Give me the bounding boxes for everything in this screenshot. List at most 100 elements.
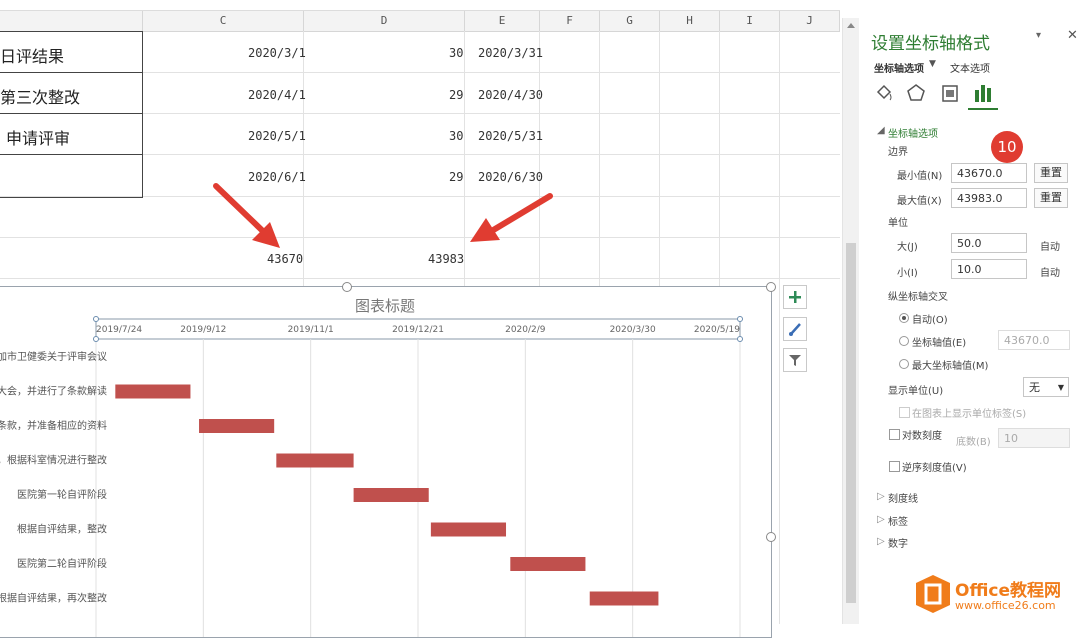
min-label: 最小值(N)	[897, 171, 943, 182]
pane-title: 设置坐标轴格式	[871, 34, 990, 54]
axis-options-bar-icon[interactable]	[972, 82, 994, 104]
cross-max-label: 最大坐标轴值(M)	[912, 361, 989, 372]
grid-line	[779, 31, 780, 624]
category-label: ，根据科室情况进行整改	[0, 454, 107, 467]
cross-value-input[interactable]: 43670.0	[998, 330, 1070, 350]
step-badge: 10	[991, 131, 1023, 163]
cell-b-task[interactable]: 申请评审	[6, 125, 70, 149]
chevron-down-icon: ▼	[1057, 383, 1064, 392]
cell-b-task[interactable]: 第三次整改	[0, 84, 80, 108]
column-header-f[interactable]: F	[540, 11, 600, 31]
section-number[interactable]: 数字	[888, 535, 908, 550]
column-header-h[interactable]: H	[660, 11, 720, 31]
column-header-bar: C D E F G H I J	[0, 10, 840, 32]
tab-text-options[interactable]: 文本选项	[950, 60, 990, 75]
size-properties-icon[interactable]	[940, 82, 960, 104]
gantt-bar	[589, 591, 659, 606]
tab-axis-options[interactable]: 坐标轴选项	[874, 60, 924, 75]
min-value-input[interactable]: 43670.0	[951, 163, 1027, 183]
collapse-triangle-icon[interactable]: ◢	[877, 125, 885, 136]
axis-tick-label: 2019/9/12	[180, 325, 226, 335]
minor-auto-button[interactable]: 自动	[1040, 264, 1060, 279]
display-units-label: 显示单位(U)	[888, 386, 944, 397]
cross-max-radio[interactable]	[899, 359, 909, 369]
cell-e-end[interactable]: 2020/6/30	[478, 170, 543, 184]
axis-handle	[93, 316, 99, 322]
expand-triangle-icon[interactable]: ▷	[877, 536, 885, 547]
cell-e-end[interactable]: 2020/5/31	[478, 129, 543, 143]
effects-pentagon-icon[interactable]	[906, 82, 926, 104]
cross-value-radio[interactable]	[899, 336, 909, 346]
category-label: 条款，并准备相应的资料	[0, 419, 107, 432]
column-header-c[interactable]: C	[143, 11, 304, 31]
gantt-chart[interactable]: 图表标题 2019/7/24 2019/9/12 2019/11/1 2019/12/…	[0, 282, 776, 638]
cross-auto-radio[interactable]	[899, 313, 909, 323]
column-header-g[interactable]: G	[600, 11, 660, 31]
cell-d-days[interactable]: 30	[449, 46, 463, 60]
chevron-down-icon[interactable]: ▼	[929, 59, 936, 69]
fill-line-icon[interactable]	[874, 82, 894, 104]
log-base-input[interactable]: 10	[998, 428, 1070, 448]
column-header-i[interactable]: I	[720, 11, 780, 31]
reverse-order-label: 逆序刻度值(V)	[902, 463, 967, 474]
cell-d-days[interactable]: 29	[449, 170, 463, 184]
category-label: 根据自评结果，再次整改	[0, 592, 107, 605]
section-tick-marks[interactable]: 刻度线	[888, 490, 918, 505]
max-value-input[interactable]: 43983.0	[951, 188, 1027, 208]
resize-handle[interactable]	[766, 282, 776, 292]
cell-b-task[interactable]: 日评结果	[0, 43, 64, 67]
minor-unit-label: 小(I)	[897, 268, 918, 279]
chart-elements-button[interactable]	[783, 285, 807, 309]
expand-triangle-icon[interactable]: ▷	[877, 514, 885, 525]
expand-triangle-icon[interactable]: ▷	[877, 491, 885, 502]
gantt-bar	[353, 488, 429, 502]
cell-d-days[interactable]: 30	[449, 129, 463, 143]
table-row-border	[0, 113, 142, 114]
grid-line	[0, 278, 840, 279]
cell-d-days[interactable]: 29	[449, 88, 463, 102]
vertical-scrollbar[interactable]	[842, 18, 859, 624]
cell-c-start[interactable]: 2020/3/1	[248, 46, 306, 60]
resize-handle[interactable]	[766, 532, 776, 542]
column-header-b[interactable]	[0, 11, 143, 31]
chart-filters-button[interactable]	[783, 348, 807, 372]
minor-unit-input[interactable]: 10.0	[951, 259, 1027, 279]
table-row-border	[0, 154, 142, 155]
major-unit-input[interactable]: 50.0	[951, 233, 1027, 253]
cell-e-end[interactable]: 2020/4/30	[478, 88, 543, 102]
axis-tick-label: 2020/3/30	[610, 325, 656, 335]
chart-styles-button[interactable]	[783, 317, 807, 341]
display-units-select[interactable]: 无 ▼	[1023, 377, 1069, 397]
pane-options-icon[interactable]: ▾	[1036, 30, 1041, 41]
cell-e-end[interactable]: 2020/3/31	[478, 46, 543, 60]
watermark-logo: Office教程网 www.office26.com	[915, 570, 1080, 624]
cell-c-start[interactable]: 2020/5/1	[248, 129, 306, 143]
section-labels[interactable]: 标签	[888, 513, 908, 528]
display-units-value: 无	[1029, 381, 1040, 394]
category-label: 医院第二轮自评阶段	[17, 557, 107, 570]
cell-d-max-bound[interactable]: 43983	[428, 252, 464, 266]
column-header-e[interactable]: E	[465, 11, 540, 31]
chart-plot: 2019/7/24 2019/9/12 2019/11/1 2019/12/21 202…	[0, 316, 743, 637]
close-icon[interactable]: ✕	[1067, 28, 1078, 43]
category-label: 医院第一轮自评阶段	[17, 488, 107, 501]
watermark-title: Office教程网	[955, 581, 1062, 601]
scrollbar-thumb[interactable]	[846, 243, 856, 603]
log-scale-checkbox[interactable]	[889, 429, 900, 440]
reverse-order-checkbox[interactable]	[889, 461, 900, 472]
axis-handle	[737, 336, 743, 342]
max-reset-button[interactable]: 重置	[1034, 188, 1068, 208]
column-header-d[interactable]: D	[304, 11, 465, 31]
category-label: 根据自评结果，整改	[17, 523, 107, 536]
column-header-j[interactable]: J	[780, 11, 840, 31]
cell-c-start[interactable]: 2020/4/1	[248, 88, 306, 102]
min-reset-button[interactable]: 重置	[1034, 163, 1068, 183]
show-units-checkbox[interactable]	[899, 407, 910, 418]
major-auto-button[interactable]: 自动	[1040, 238, 1060, 253]
scroll-up-icon[interactable]	[843, 18, 859, 32]
category-label: 加市卫健委关于评审会议	[0, 350, 107, 363]
section-axis-options[interactable]: 坐标轴选项	[888, 125, 938, 140]
resize-handle[interactable]	[342, 282, 352, 292]
axis-cross-label: 纵坐标轴交叉	[888, 292, 948, 303]
category-label: 大会，并进行了条款解读	[0, 385, 107, 398]
